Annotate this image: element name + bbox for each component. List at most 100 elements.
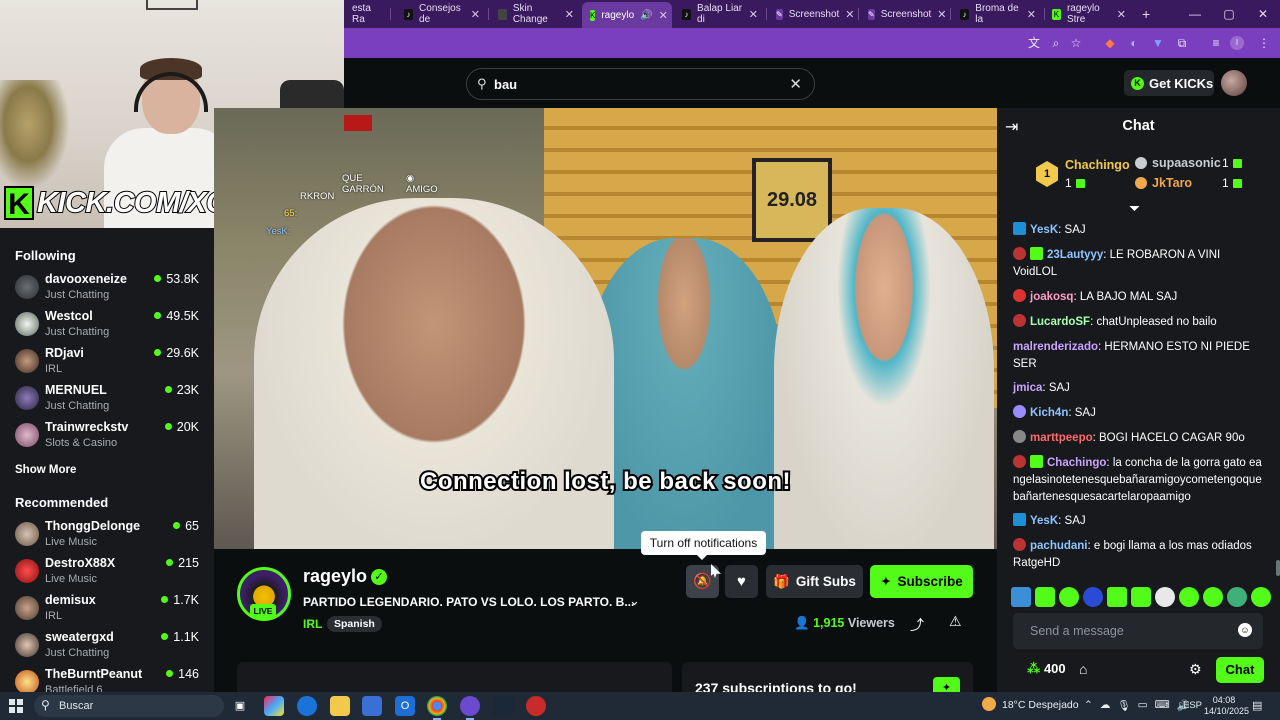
- close-tab-icon[interactable]: ✕: [1117, 8, 1126, 21]
- stream-category[interactable]: IRL: [303, 617, 322, 631]
- taskbar-weather[interactable]: 18°C Despejado: [1002, 699, 1079, 711]
- sidebar-channel[interactable]: ThonggDelonge Live Music 65: [15, 518, 205, 552]
- taskbar-clock[interactable]: 04:08 14/10/2025: [1204, 695, 1249, 717]
- new-tab-button[interactable]: +: [1134, 3, 1154, 25]
- discord-icon[interactable]: [460, 696, 480, 720]
- sidebar-channel[interactable]: Trainwreckstv Slots & Casino 20K: [15, 419, 205, 453]
- emote-icon[interactable]: [1035, 587, 1055, 607]
- profile-icon[interactable]: I: [1230, 36, 1244, 50]
- emote-icon[interactable]: [1203, 587, 1223, 607]
- kick-points[interactable]: ⁂ 400: [1027, 661, 1066, 677]
- sidebar-channel[interactable]: davooxeneize Just Chatting 53.8K: [15, 271, 205, 305]
- extension-icon[interactable]: ◆: [1102, 35, 1118, 51]
- gear-icon[interactable]: ⚙: [1189, 661, 1202, 678]
- user-avatar[interactable]: [1221, 70, 1247, 96]
- channel-name[interactable]: rageylo: [303, 566, 367, 587]
- taskbar-search[interactable]: ⚲ Buscar: [34, 695, 224, 717]
- onedrive-icon[interactable]: ☁: [1100, 699, 1111, 712]
- browser-tab[interactable]: ♪ Balap Liar di ✕: [674, 3, 767, 25]
- chat-message-input[interactable]: Send a message ☺: [1013, 613, 1263, 649]
- media-control-icon[interactable]: ≡: [1208, 35, 1224, 51]
- menu-dots-icon[interactable]: ⋮: [1256, 35, 1272, 51]
- store-icon[interactable]: [362, 696, 382, 716]
- browser-tab[interactable]: esta Ra: [344, 3, 391, 25]
- close-tab-icon[interactable]: ✕: [659, 9, 668, 22]
- input-language[interactable]: ESP: [1183, 700, 1202, 711]
- browser-tab-active[interactable]: Krageylo 🔊 ✕: [582, 2, 672, 28]
- close-tab-icon[interactable]: ✕: [1027, 8, 1036, 21]
- zoom-icon[interactable]: ⌕: [1048, 35, 1064, 51]
- leaderboard-user[interactable]: Chachingo: [1065, 158, 1130, 172]
- notifications-icon[interactable]: ▤: [1252, 699, 1262, 712]
- send-chat-button[interactable]: Chat: [1216, 657, 1264, 683]
- browser-tab[interactable]: Skin Change ✕: [490, 3, 583, 25]
- close-tab-icon[interactable]: ✕: [565, 8, 574, 21]
- minimize-button[interactable]: —: [1178, 0, 1212, 28]
- task-view-icon[interactable]: ▣: [230, 696, 250, 716]
- browser-tab[interactable]: ♪ Broma de la ✕: [952, 3, 1045, 25]
- share-icon[interactable]: ⤴: [910, 615, 924, 635]
- edge-icon[interactable]: [297, 696, 317, 716]
- browser-tab[interactable]: ✎ Screenshot ✕: [768, 3, 859, 25]
- battery-icon[interactable]: ▭: [1138, 699, 1148, 712]
- leaderboard-user[interactable]: supaasonic: [1152, 156, 1221, 170]
- show-more-link[interactable]: Show More: [15, 464, 76, 476]
- steam-icon[interactable]: [493, 696, 513, 716]
- bookmark-star-icon[interactable]: ☆: [1068, 35, 1084, 51]
- emote-icon[interactable]: [1227, 587, 1247, 607]
- emote-icon[interactable]: [1107, 587, 1127, 607]
- search-input[interactable]: ⚲ bau ✕: [466, 68, 815, 100]
- gift-subs-button[interactable]: 🎁 Gift Subs: [766, 565, 863, 598]
- chrome-icon[interactable]: [427, 696, 447, 720]
- browser-tab[interactable]: ✎ Screenshot ✕: [860, 3, 951, 25]
- weather-icon[interactable]: [982, 697, 996, 711]
- report-warning-icon[interactable]: ⚠: [949, 613, 962, 630]
- emoji-picker-icon[interactable]: ☺: [1238, 623, 1252, 637]
- sidebar-channel[interactable]: RDjavi IRL 29.6K: [15, 345, 205, 379]
- close-tab-icon[interactable]: ✕: [749, 8, 758, 21]
- chat-scrollbar[interactable]: [1276, 560, 1280, 576]
- extensions-puzzle-icon[interactable]: ⧉: [1174, 35, 1190, 51]
- outlook-icon[interactable]: O: [395, 696, 415, 716]
- subscribe-button[interactable]: ✦ Subscribe: [870, 565, 973, 598]
- translate-icon[interactable]: 文: [1026, 35, 1042, 51]
- sidebar-channel[interactable]: MERNUEL Just Chatting 23K: [15, 382, 205, 416]
- network-icon[interactable]: ⌨: [1155, 699, 1170, 712]
- sidebar-channel[interactable]: DestroX88X Live Music 215: [15, 555, 205, 589]
- close-window-button[interactable]: ✕: [1246, 0, 1280, 28]
- get-kicks-button[interactable]: K Get KICKs: [1124, 70, 1214, 96]
- store-icon[interactable]: ⌂: [1079, 661, 1087, 677]
- emote-icon[interactable]: [1131, 587, 1151, 607]
- extension-icon[interactable]: ◐: [1126, 35, 1142, 51]
- close-tab-icon[interactable]: ✕: [471, 8, 480, 21]
- browser-tab[interactable]: ♪ Consejos de ✕: [396, 3, 489, 25]
- start-button[interactable]: [9, 699, 23, 713]
- emote-icon[interactable]: [1179, 587, 1199, 607]
- follow-button[interactable]: ♥: [725, 565, 758, 598]
- file-explorer-icon[interactable]: [330, 696, 350, 716]
- close-tab-icon[interactable]: ✕: [937, 8, 946, 21]
- chevron-down-icon[interactable]: ⌄: [629, 593, 640, 609]
- emote-icon[interactable]: [1059, 587, 1079, 607]
- copilot-icon[interactable]: [264, 696, 284, 716]
- speaker-icon[interactable]: 🔊: [640, 10, 652, 21]
- filter-icon[interactable]: ⏷: [1129, 200, 1140, 217]
- extension-icon[interactable]: ▼: [1150, 35, 1166, 51]
- language-tag[interactable]: Spanish: [327, 616, 382, 632]
- emote-icon[interactable]: [1155, 587, 1175, 607]
- video-player[interactable]: 29.08 QUE GARRÓN ◉ AMIGO RKRON 65: YesK:…: [214, 108, 997, 549]
- sidebar-channel[interactable]: sweatergxd Just Chatting 1.1K: [15, 629, 205, 663]
- system-tray[interactable]: ⌃ ☁ 🎙 ▭ ⌨ 🔊: [1084, 699, 1190, 712]
- clear-search-icon[interactable]: ✕: [789, 75, 802, 93]
- emote-icon[interactable]: [1011, 587, 1031, 607]
- leaderboard-user[interactable]: JkTaro: [1152, 176, 1192, 190]
- chevron-up-icon[interactable]: ⌃: [1084, 699, 1093, 712]
- microphone-icon[interactable]: 🎙: [1117, 699, 1130, 712]
- emote-icon[interactable]: [1083, 587, 1103, 607]
- maximize-button[interactable]: ▢: [1212, 0, 1246, 28]
- obs-icon[interactable]: [526, 696, 546, 716]
- sidebar-channel[interactable]: demisux IRL 1.7K: [15, 592, 205, 626]
- emote-icon[interactable]: [1251, 587, 1271, 607]
- close-tab-icon[interactable]: ✕: [845, 8, 854, 21]
- sidebar-channel[interactable]: Westcol Just Chatting 49.5K: [15, 308, 205, 342]
